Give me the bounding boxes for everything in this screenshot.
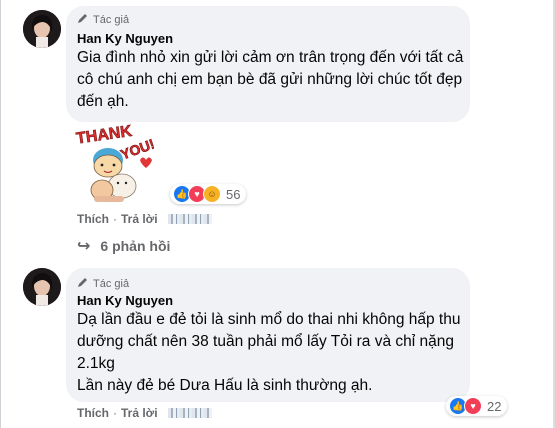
timestamp-blurred xyxy=(167,408,212,418)
author-name[interactable]: Han Ky Nguyen xyxy=(77,31,173,46)
timestamp-blurred xyxy=(167,214,212,224)
love-icon: ♥ xyxy=(464,397,482,415)
comment-line: Dạ lần đầu e đẻ tỏi là sinh mổ do thai n… xyxy=(77,311,461,328)
separator: · xyxy=(113,212,117,226)
reply-arrow-icon: ↪ xyxy=(77,238,91,255)
comment-line: dưỡng chất nên 38 tuần phải mổ lấy Tỏi r… xyxy=(77,333,454,350)
avatar[interactable] xyxy=(23,10,61,48)
comment-actions: Thích · Trả lời xyxy=(77,406,212,420)
badge-label: Tác giả xyxy=(93,14,130,26)
author-badge: Tác giả xyxy=(77,13,129,27)
separator: · xyxy=(113,406,117,420)
like-link[interactable]: Thích xyxy=(77,212,109,226)
comment-line: Gia đình nhỏ xin gửi lời cảm ơn trân trọ… xyxy=(77,49,464,66)
left-border xyxy=(0,0,1,428)
author-name[interactable]: Han Ky Nguyen xyxy=(77,293,173,308)
comment-actions: Thích · Trả lời xyxy=(77,212,212,226)
author-badge: Tác giả xyxy=(77,277,129,291)
comment-line: đến ạh. xyxy=(77,93,129,110)
comment-text: Gia đình nhỏ xin gửi lời cảm ơn trân trọ… xyxy=(77,47,463,113)
reply-link[interactable]: Trả lời xyxy=(121,406,158,420)
comment-line: Lần này đẻ bé Dưa Hấu là sinh thường ạh. xyxy=(77,377,373,394)
care-icon: ☺ xyxy=(203,185,221,203)
reply-link[interactable]: Trả lời xyxy=(121,212,158,226)
reaction-summary[interactable]: 👍 ♥ 22 xyxy=(446,396,508,416)
like-link[interactable]: Thích xyxy=(77,406,109,420)
comment-line: 2.1kg xyxy=(77,355,115,372)
comment-text: Dạ lần đầu e đẻ tỏi là sinh mổ do thai n… xyxy=(77,309,460,397)
reaction-count: 22 xyxy=(487,398,502,414)
badge-label: Tác giả xyxy=(93,278,130,290)
sticker-text: THANK xyxy=(75,123,133,148)
pencil-icon xyxy=(77,277,88,291)
avatar[interactable] xyxy=(23,268,61,306)
view-replies-link[interactable]: ↪ 6 phản hồi xyxy=(77,236,170,256)
comment-line: cô chú anh chị em bạn bè đã gửi những lờ… xyxy=(77,71,463,88)
thank-you-sticker: THANK YOU! xyxy=(72,120,157,209)
reaction-count: 56 xyxy=(226,186,241,202)
reaction-summary[interactable]: 👍 ♥ ☺ 56 xyxy=(170,184,247,204)
pencil-icon xyxy=(77,13,88,27)
replies-count-label: 6 phản hồi xyxy=(100,238,171,254)
